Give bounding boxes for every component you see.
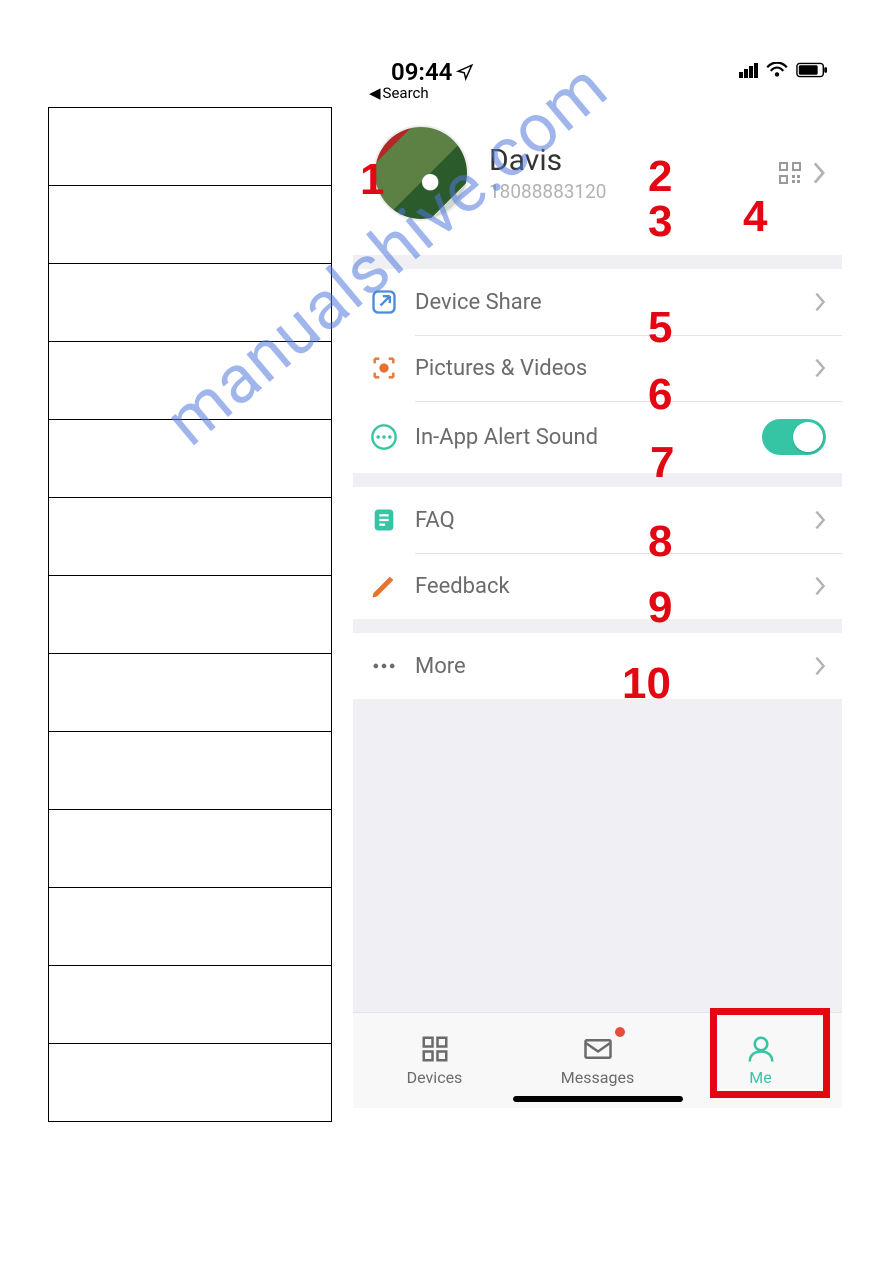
- chevron-right-icon: [814, 358, 826, 378]
- back-triangle-icon: ◀: [369, 84, 381, 102]
- gallery-icon: [369, 353, 399, 383]
- menu-label: Feedback: [415, 574, 814, 599]
- chevron-right-icon: [814, 292, 826, 312]
- profile-text: Davis 18088883120: [489, 143, 758, 203]
- back-to-search[interactable]: ◀ Search: [369, 84, 429, 102]
- chevron-right-icon: [814, 576, 826, 596]
- cellular-signal-icon: [739, 63, 758, 78]
- menu-label: Pictures & Videos: [415, 356, 814, 381]
- location-arrow-icon: [456, 63, 474, 81]
- menu-alert-sound[interactable]: In-App Alert Sound: [353, 401, 842, 473]
- devices-icon: [420, 1034, 450, 1064]
- wifi-icon: [766, 62, 788, 78]
- nav-me[interactable]: Me: [679, 1013, 842, 1108]
- nav-devices[interactable]: Devices: [353, 1013, 516, 1108]
- chevron-right-icon: [814, 656, 826, 676]
- battery-icon: [796, 62, 828, 78]
- profile-actions: [778, 161, 826, 185]
- left-table: [48, 107, 332, 1122]
- me-icon: [746, 1034, 776, 1064]
- menu-label: Device Share: [415, 290, 814, 315]
- bottom-nav: Devices Messages Me: [353, 1012, 842, 1108]
- nav-label: Messages: [561, 1068, 634, 1087]
- phone-screenshot: 09:44 ◀ Search Davis 18088883120: [353, 50, 842, 1108]
- more-icon: [369, 651, 399, 681]
- menu-feedback[interactable]: Feedback: [353, 553, 842, 619]
- back-label: Search: [383, 84, 429, 102]
- menu-faq[interactable]: FAQ: [353, 487, 842, 553]
- profile-header[interactable]: Davis 18088883120: [353, 105, 842, 255]
- avatar: [373, 125, 469, 221]
- menu-more[interactable]: More: [353, 633, 842, 699]
- menu-label: More: [415, 654, 814, 679]
- qr-code-icon[interactable]: [778, 161, 802, 185]
- time-text: 09:44: [391, 58, 452, 86]
- menu-group-2: FAQ Feedback: [353, 487, 842, 619]
- profile-name: Davis: [489, 143, 758, 178]
- nav-label: Me: [749, 1068, 771, 1087]
- share-icon: [369, 287, 399, 317]
- faq-icon: [369, 505, 399, 535]
- chevron-right-icon: [812, 162, 826, 184]
- home-indicator: [513, 1096, 683, 1102]
- status-time: 09:44: [391, 58, 474, 86]
- menu-device-share[interactable]: Device Share: [353, 269, 842, 335]
- feedback-icon: [369, 571, 399, 601]
- chevron-right-icon: [814, 510, 826, 530]
- nav-messages[interactable]: Messages: [516, 1013, 679, 1108]
- menu-group-1: Device Share Pictures & Videos In-App Al…: [353, 269, 842, 473]
- profile-phone: 18088883120: [489, 180, 758, 203]
- messages-icon: [583, 1034, 613, 1064]
- status-bar: 09:44 ◀ Search: [353, 50, 842, 105]
- menu-pictures-videos[interactable]: Pictures & Videos: [353, 335, 842, 401]
- alert-sound-icon: [369, 422, 399, 452]
- status-right: [739, 62, 828, 78]
- menu-label: In-App Alert Sound: [415, 425, 762, 450]
- menu-label: FAQ: [415, 508, 814, 533]
- messages-badge: [615, 1027, 625, 1037]
- menu-group-3: More: [353, 633, 842, 699]
- alert-sound-toggle[interactable]: [762, 419, 826, 455]
- nav-label: Devices: [407, 1068, 463, 1087]
